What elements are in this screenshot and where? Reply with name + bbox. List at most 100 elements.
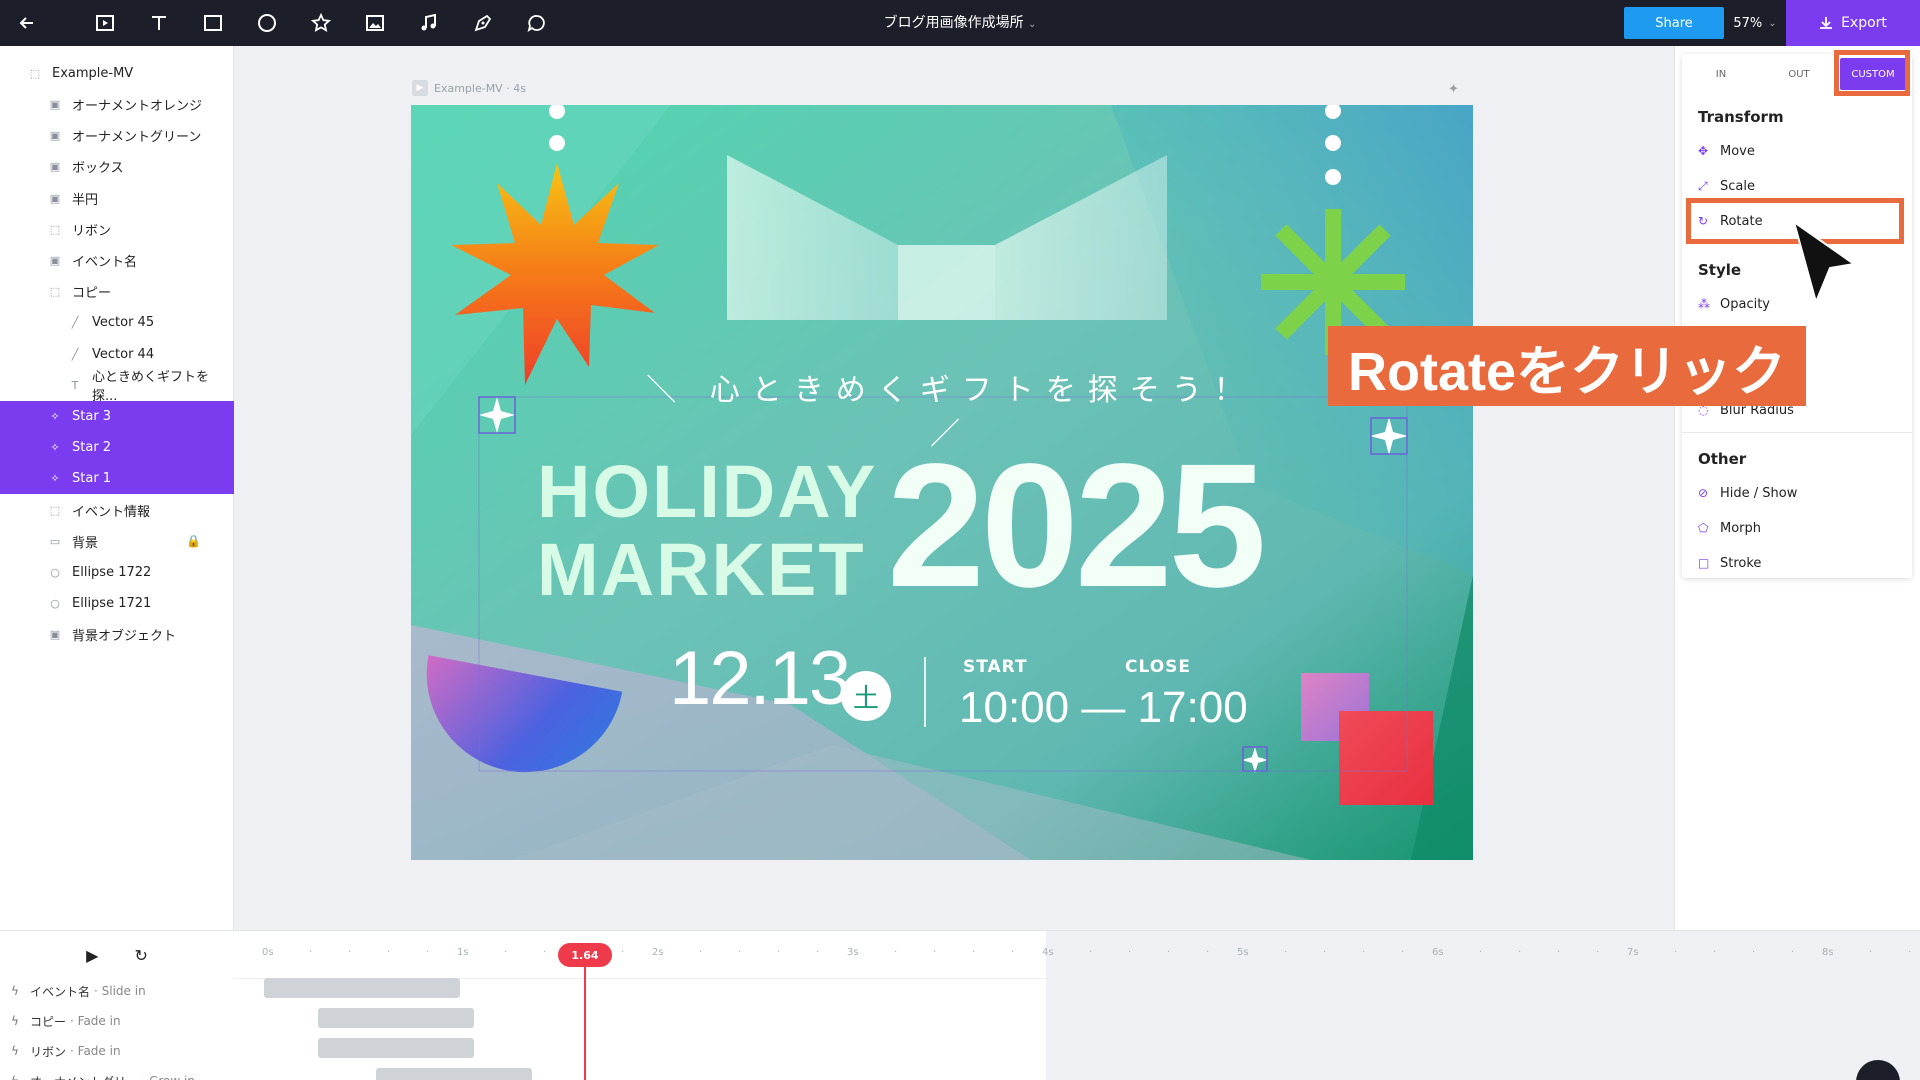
tab-out[interactable]: OUT (1760, 54, 1838, 94)
ruler-dot: · (1206, 947, 1210, 958)
ruler-tick-label: 6s (1432, 947, 1444, 958)
ruler-dot: · (1128, 947, 1132, 958)
group-icon: ⬚ (49, 285, 61, 299)
animation-clip[interactable] (264, 978, 460, 998)
ruler-dot: · (1011, 947, 1015, 958)
layer-label: 半円 (72, 192, 99, 208)
frame-label[interactable]: ▶ Example-MV · 4s (412, 80, 526, 96)
option-scale[interactable]: ⤢ Scale (1698, 171, 1898, 201)
layer-item[interactable]: ✧ Star 3 (0, 401, 234, 432)
magic-sparkle-icon[interactable]: ✦ (1448, 82, 1459, 97)
document-title-text[interactable]: ブログ用画像作成場所 (884, 15, 1024, 31)
timeline-track[interactable]: ϟオーナメントグリ... · Grow in (0, 1066, 234, 1080)
option-hide-label: Hide / Show (1720, 485, 1798, 501)
ruler-dot: · (1908, 947, 1912, 958)
layer-item[interactable]: ✧ Star 1 (0, 463, 234, 495)
ruler-dot: · (1674, 947, 1678, 958)
option-opacity-label: Opacity (1720, 296, 1771, 312)
layer-item[interactable]: ⬚ イベント情報 (0, 495, 234, 526)
holiday-market-title[interactable]: HOLIDAY MARKET (537, 453, 877, 609)
other-section-title: Other (1698, 450, 1747, 468)
image-icon: ▣ (49, 254, 61, 267)
option-hide-show[interactable]: ⊘ Hide / Show (1698, 478, 1898, 508)
ruler-dot: · (1401, 947, 1405, 958)
timeline-track[interactable]: ϟ コピー · Fade in (0, 1006, 234, 1036)
mouse-cursor-icon (1792, 219, 1857, 306)
ruler-dot: · (972, 947, 976, 958)
back-arrow-icon[interactable] (0, 0, 54, 46)
chevron-down-icon[interactable]: ⌄ (1028, 19, 1036, 30)
pen-tool-icon[interactable] (456, 0, 510, 46)
option-scale-label: Scale (1720, 178, 1755, 194)
animation-bolt-icon: ϟ (11, 1014, 19, 1028)
ruler-dot: · (699, 947, 703, 958)
layer-item[interactable]: ▣ ボックス (0, 151, 234, 182)
text-tool-icon[interactable] (132, 0, 186, 46)
layer-item[interactable]: T 心ときめくギフトを探... (0, 370, 234, 404)
layer-label: Vector 45 (92, 315, 155, 331)
ruler-dot: · (309, 947, 313, 958)
frame-tool-icon[interactable] (78, 0, 132, 46)
timeline-track[interactable]: ϟ リボン · Fade in (0, 1036, 234, 1066)
ruler-tick-label: 7s (1627, 947, 1639, 958)
option-morph[interactable]: ⬠ Morph (1698, 513, 1898, 543)
tab-in[interactable]: IN (1682, 54, 1760, 94)
ruler-dot: · (1362, 947, 1366, 958)
playhead-time[interactable]: 1.64 (558, 943, 612, 967)
layer-item[interactable]: ○ Ellipse 1722 (0, 557, 234, 588)
layer-item[interactable]: ⬚ コピー (0, 276, 234, 307)
event-day-badge[interactable]: 土 (841, 671, 891, 721)
lock-icon[interactable]: 🔒 (186, 534, 201, 548)
layer-item[interactable]: ○ Ellipse 1721 (0, 588, 234, 619)
option-stroke[interactable]: □ Stroke (1698, 548, 1898, 578)
animation-clip[interactable] (318, 1008, 474, 1028)
star-icon: ✧ (50, 472, 60, 486)
layer-item[interactable]: ╱ Vector 45 (0, 307, 234, 338)
canvas-area[interactable]: ▶ Example-MV · 4s ✦ ＼ 心ときめくギフトを探そう！ ／ HO… (234, 46, 1674, 930)
comment-tool-icon[interactable] (510, 0, 564, 46)
layer-label: Vector 44 (92, 346, 155, 362)
layer-label: Star 3 (72, 409, 112, 424)
play-icon[interactable]: ▶ (412, 80, 428, 96)
layer-item[interactable]: ▣ オーナメントグリーン (0, 120, 234, 151)
layer-label: Star 2 (72, 440, 112, 456)
timeline-panel: ▶ ↻ 0s · · · · 1s · · · · 2s · · · · 3s · · · · 4s · · · · 5s · · · ·… (0, 930, 1920, 1080)
time-ruler[interactable]: 0s · · · · 1s · · · · 2s · · · · 3s · · · · 4s · · · · 5s · · · · 6s · ·… (234, 931, 1920, 979)
ellipse-tool-icon[interactable] (240, 0, 294, 46)
animation-clip[interactable] (376, 1068, 532, 1080)
ruler-dot: · (1479, 947, 1483, 958)
timeline-track[interactable]: ϟ イベント名 · Slide in (0, 976, 234, 1006)
opacity-icon: ⁂ (1698, 297, 1710, 311)
layer-item[interactable]: ▣ オーナメントオレンジ (0, 89, 234, 120)
stroke-icon: □ (1698, 556, 1710, 570)
layer-item[interactable]: ▣ 背景オブジェクト (0, 619, 234, 650)
animation-clip[interactable] (318, 1038, 474, 1058)
zoom-dropdown[interactable]: 57% ⌄ (1722, 0, 1788, 46)
option-stroke-label: Stroke (1720, 555, 1762, 571)
year-text[interactable]: 2025 (887, 425, 1267, 627)
layer-item[interactable]: ⬚ リボン (0, 214, 234, 245)
playhead-line[interactable] (584, 967, 586, 1080)
layer-label: ボックス (72, 161, 124, 177)
music-tool-icon[interactable] (402, 0, 456, 46)
play-icon[interactable]: ▶ (86, 946, 98, 965)
star-tool-icon[interactable] (294, 0, 348, 46)
layer-item[interactable]: ✧ Star 2 (0, 432, 234, 464)
loop-icon[interactable]: ↻ (134, 946, 147, 965)
option-move[interactable]: ✥ Move (1698, 136, 1898, 166)
event-times[interactable]: 10:00 — 17:00 (959, 683, 1248, 733)
layer-item[interactable]: ▣ イベント名 (0, 245, 234, 276)
layer-item[interactable]: ▣ 半円 (0, 183, 234, 214)
top-toolbar: ブログ用画像作成場所 ⌄ Share 57% ⌄ Export (0, 0, 1920, 46)
artboard[interactable]: ＼ 心ときめくギフトを探そう！ ／ HOLIDAY MARKET 2025 12… (411, 105, 1473, 860)
layer-item[interactable]: ╱ Vector 44 (0, 339, 234, 370)
image-tool-icon[interactable] (348, 0, 402, 46)
layer-root[interactable]: ⬚ Example-MV (0, 58, 234, 89)
event-date[interactable]: 12.13 (669, 635, 851, 722)
share-button[interactable]: Share (1624, 7, 1724, 39)
export-button[interactable]: Export (1786, 0, 1920, 46)
rectangle-tool-icon[interactable] (186, 0, 240, 46)
instruction-callout: Rotateをクリック (1328, 326, 1806, 406)
layer-item[interactable]: ▭ 背景 🔒 (0, 526, 234, 557)
start-label: START (963, 657, 1028, 677)
